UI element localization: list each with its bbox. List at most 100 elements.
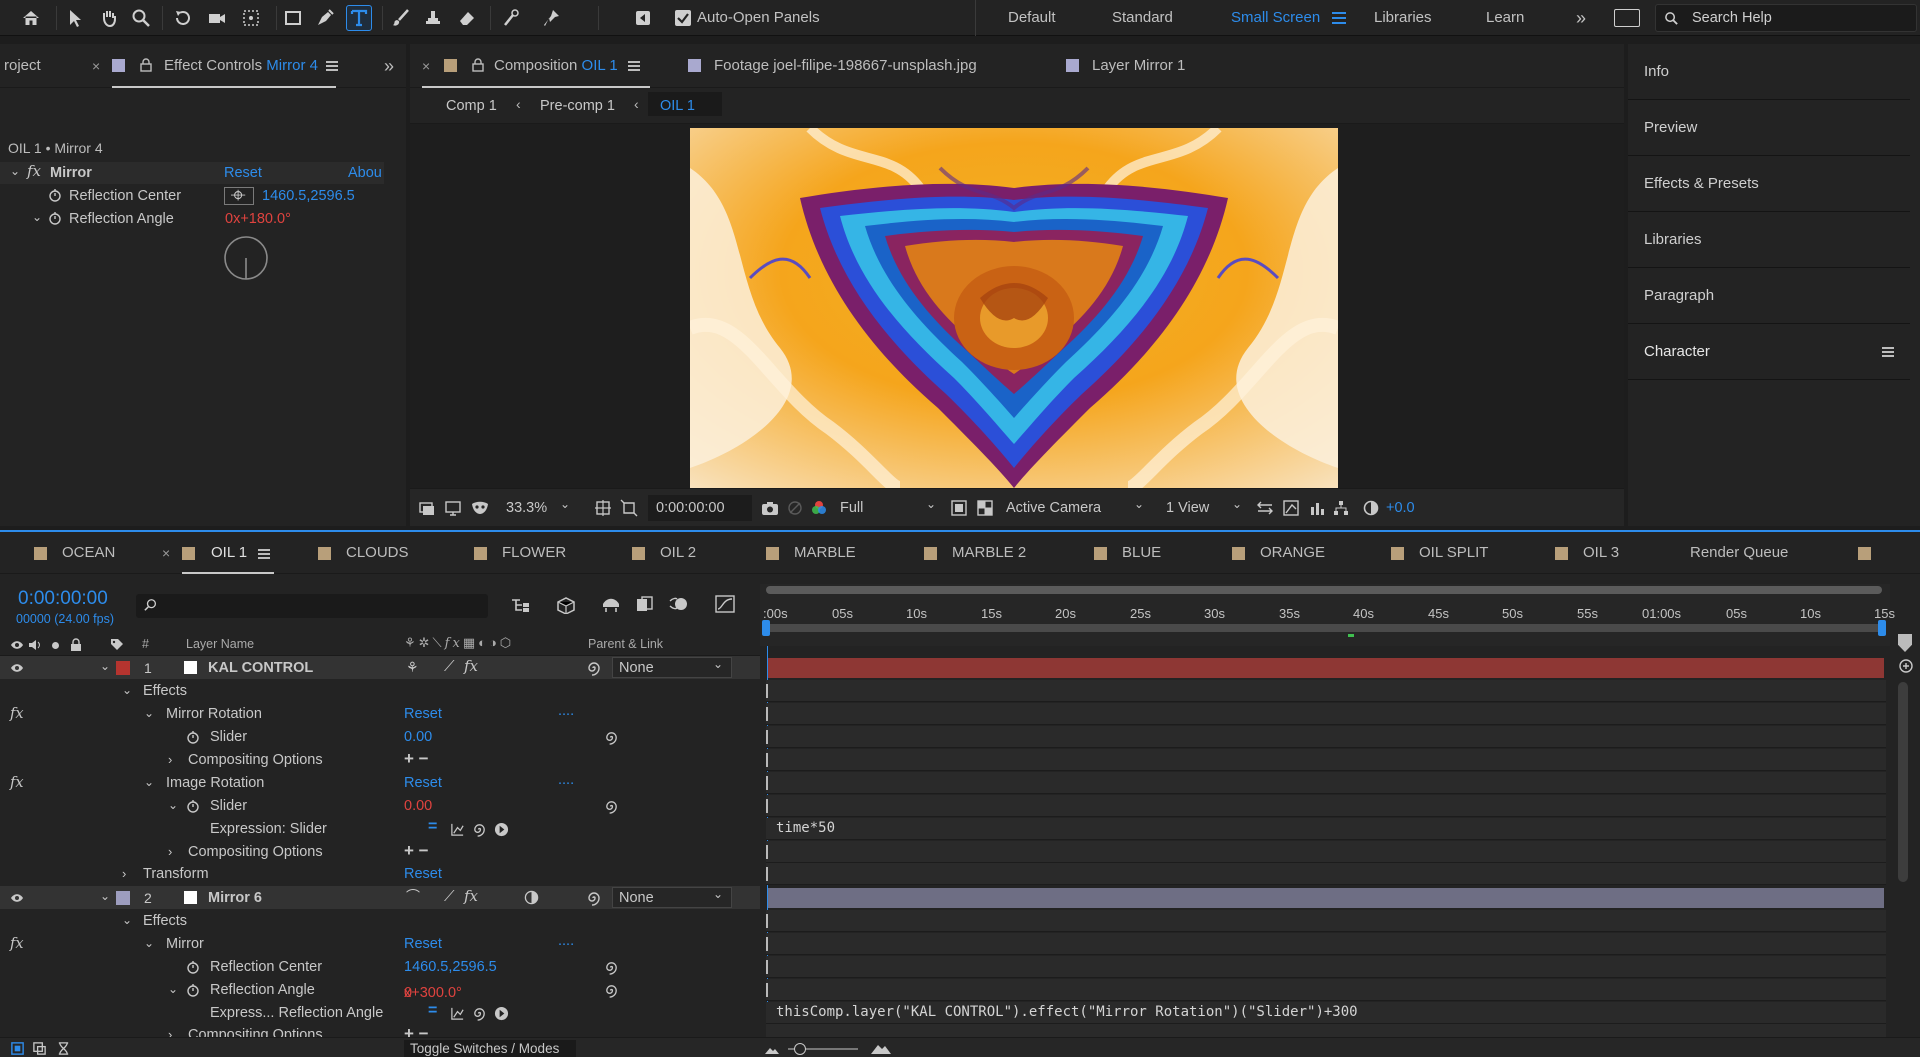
property-slider-expression[interactable]: ⌄ Slider 0.00 (0, 795, 760, 818)
snapshot-camera-icon[interactable] (760, 499, 780, 517)
reflection-center-value[interactable]: 1460.5,2596.5 (404, 959, 497, 975)
panel-menu-icon[interactable] (628, 61, 640, 71)
timeline-zoom-handle[interactable] (794, 1043, 806, 1055)
motion-blur-icon[interactable] (668, 594, 690, 614)
panel-character[interactable]: Character (1628, 324, 1910, 380)
layer-label-color[interactable] (116, 891, 130, 905)
expression-language-menu-icon[interactable] (494, 822, 509, 837)
comp-viewer[interactable] (410, 124, 1624, 488)
expression-text-slider[interactable]: time*50 (776, 820, 835, 836)
effect-about-button[interactable]: Abou (348, 165, 382, 181)
property-reflection-center[interactable]: Reflection Center 1460.5,2596.5 (0, 956, 760, 979)
parent-dropdown[interactable]: None ⌄ (612, 657, 732, 678)
property-compositing-options[interactable]: › Compositing Options + − (0, 749, 760, 772)
brush-tool-icon[interactable] (388, 5, 414, 31)
camera-view-dropdown[interactable]: Active Camera (1006, 500, 1101, 516)
effect-image-rotation[interactable]: fx ⌄ Image Rotation Reset .... (0, 772, 760, 795)
chevron-down-icon[interactable]: ⌄ (1134, 497, 1144, 511)
tab-orange[interactable]: ORANGE (1260, 532, 1325, 574)
pick-whip-icon[interactable] (586, 890, 602, 906)
pick-whip-icon[interactable] (604, 960, 619, 975)
monitor-icon[interactable] (444, 499, 462, 517)
camera-tool-icon[interactable] (204, 5, 230, 31)
panel-paragraph[interactable]: Paragraph (1628, 268, 1910, 324)
rectangle-tool-icon[interactable] (280, 5, 306, 31)
property-effects[interactable]: ⌄ Effects (0, 680, 760, 703)
lock-icon[interactable] (140, 58, 152, 72)
expression-language-menu-icon[interactable] (494, 1006, 509, 1021)
chevron-down-icon[interactable]: ⌄ (10, 164, 20, 178)
chevron-down-icon[interactable]: ⌄ (144, 936, 154, 950)
work-area-end-handle[interactable] (1878, 620, 1886, 636)
expression-graph-icon[interactable] (450, 822, 465, 837)
tab-flower[interactable]: FLOWER (502, 532, 566, 574)
quality-switch-icon[interactable]: ⟋ (444, 658, 455, 675)
layer-name[interactable]: Mirror 6 (208, 890, 262, 906)
graph-editor-icon[interactable] (714, 594, 736, 614)
in-point-marker[interactable] (766, 914, 769, 928)
search-help-field[interactable]: Search Help (1655, 4, 1917, 32)
chevron-down-icon[interactable]: ⌄ (100, 659, 110, 673)
adjustment-layer-icon[interactable] (524, 890, 539, 905)
draft-3d-icon[interactable] (554, 594, 576, 614)
tab-footage[interactable]: Footage joel-filipe-198667-unsplash.jpg (714, 44, 977, 88)
effect-reset-button[interactable]: Reset (224, 165, 262, 181)
layer-bar-mirror-6[interactable] (768, 888, 1884, 908)
tab-oil-3[interactable]: OIL 3 (1583, 532, 1619, 574)
resolution-dropdown[interactable]: Full (840, 500, 863, 516)
pen-tool-icon[interactable] (312, 5, 338, 31)
toggle-switches-modes-button[interactable]: Toggle Switches / Modes (404, 1040, 576, 1057)
expression-enable-icon[interactable]: = (428, 818, 437, 836)
workspace-snap-icon[interactable] (630, 5, 656, 31)
crosshair-point-icon[interactable] (224, 187, 254, 205)
expression-graph-icon[interactable] (450, 1006, 465, 1021)
workspace-libraries[interactable]: Libraries (1374, 0, 1432, 36)
toggle-pixel-aspect-icon[interactable] (1256, 499, 1274, 517)
reflection-center-value[interactable]: 1460.5,2596.5 (262, 188, 355, 204)
tab-blue[interactable]: BLUE (1122, 532, 1161, 574)
clone-stamp-tool-icon[interactable] (420, 5, 446, 31)
chevron-right-icon[interactable]: › (168, 752, 172, 767)
expression-text-reflection-angle[interactable]: thisComp.layer("KAL CONTROL").effect("Mi… (776, 1004, 1358, 1020)
fx-icon[interactable]: fx (10, 936, 24, 952)
panel-preview[interactable]: Preview (1628, 100, 1910, 156)
property-expression-slider[interactable]: Expression: Slider = (0, 818, 760, 841)
tab-project[interactable]: roject (4, 44, 41, 88)
effect-mirror-rotation[interactable]: fx ⌄ Mirror Rotation Reset .... (0, 703, 760, 726)
panel-overflow-icon[interactable]: » (384, 44, 394, 88)
zoom-tool-icon[interactable] (128, 5, 154, 31)
property-slider[interactable]: Slider 0.00 (0, 726, 760, 749)
in-point-marker[interactable] (766, 707, 769, 721)
type-tool-icon[interactable] (346, 5, 372, 31)
chevron-down-icon[interactable]: ⌄ (1232, 497, 1242, 511)
pick-whip-icon[interactable] (604, 730, 619, 745)
chevron-down-icon[interactable]: ⌄ (100, 889, 110, 903)
puppet-pin-tool-icon[interactable] (538, 5, 564, 31)
panel-menu-icon[interactable] (326, 61, 338, 71)
crumb-comp-1[interactable]: Comp 1 (446, 98, 497, 114)
pick-whip-icon[interactable] (604, 799, 619, 814)
zoom-level-dropdown[interactable]: 33.3% (506, 500, 547, 516)
in-point-marker[interactable] (766, 799, 769, 813)
layer-name[interactable]: KAL CONTROL (208, 660, 313, 676)
crumb-oil-1[interactable]: OIL 1 (660, 98, 695, 114)
expression-pick-whip-icon[interactable] (472, 822, 487, 837)
transparency-grid-icon[interactable] (976, 499, 994, 517)
chevron-down-icon[interactable]: ⌄ (122, 913, 132, 927)
current-time-indicator[interactable] (762, 620, 770, 636)
time-ruler[interactable] (760, 584, 1890, 646)
comp-marker-bin-icon[interactable] (1898, 658, 1914, 674)
in-point-marker[interactable] (766, 937, 769, 951)
effects-switch-icon[interactable]: fx (464, 657, 478, 675)
render-time-pane-icon[interactable] (56, 1041, 71, 1056)
composition-flowchart-icon[interactable] (1332, 499, 1350, 517)
pick-whip-icon[interactable] (604, 983, 619, 998)
slider-value[interactable]: 0.00 (404, 729, 432, 745)
zoom-out-mountain-icon[interactable] (764, 1043, 780, 1055)
chevron-down-icon[interactable]: ⌄ (926, 497, 936, 511)
auto-open-checkbox[interactable] (675, 10, 691, 26)
layer-row-mirror-6[interactable]: ⌄ 2 Mirror 6 ⌒ ⟋ fx None ⌄ (0, 886, 760, 909)
rotate-tool-icon[interactable] (170, 5, 196, 31)
add-remove-mask-icon[interactable]: + − (404, 749, 429, 769)
comp-mini-flowchart-icon[interactable] (510, 596, 532, 614)
